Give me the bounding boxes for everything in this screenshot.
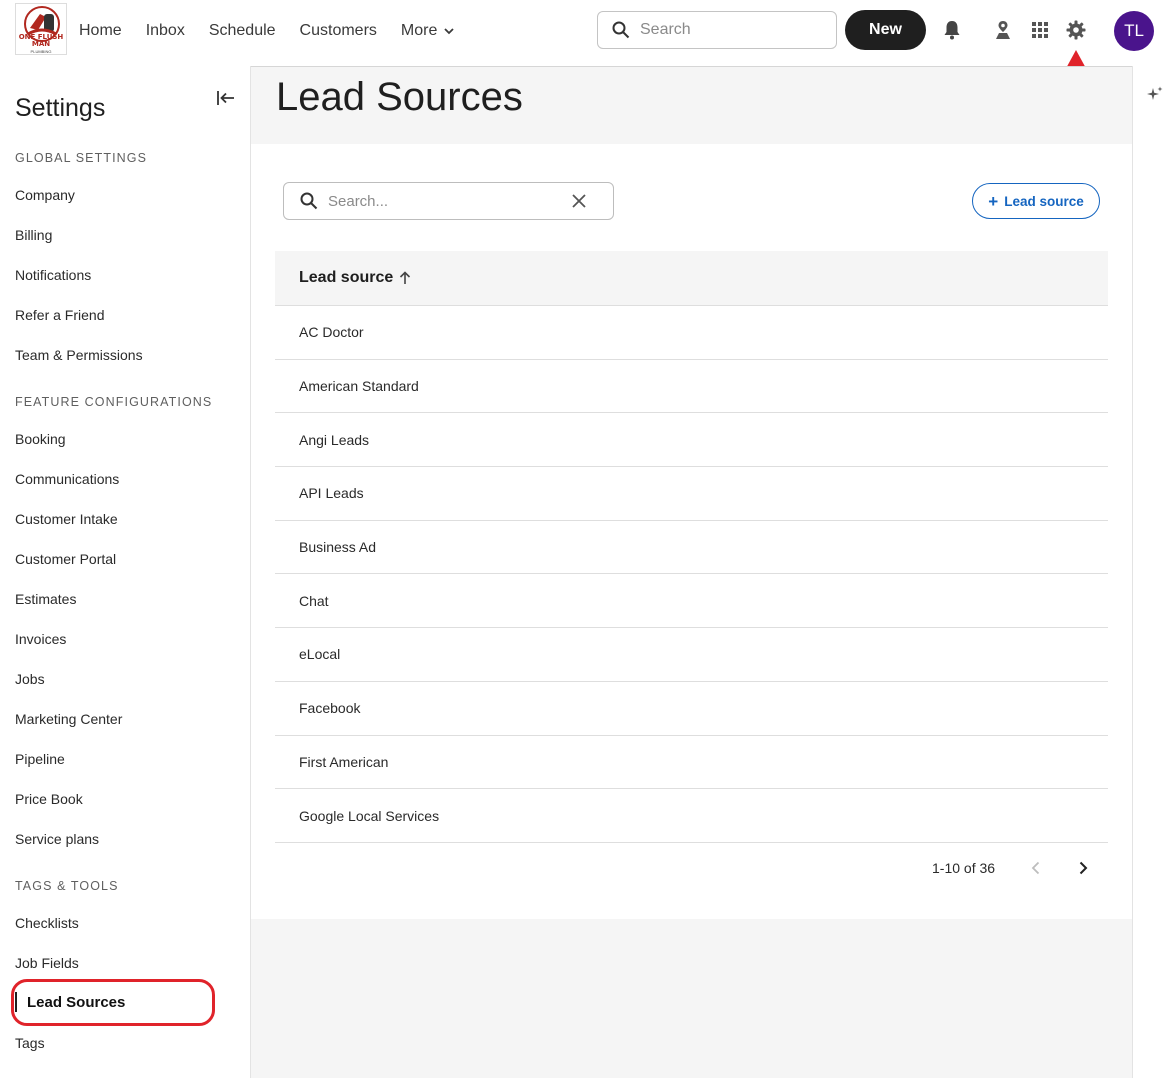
sidebar-item-price-book[interactable]: Price Book [15,791,83,807]
right-rail [1132,66,1172,1078]
table-row[interactable]: AC Doctor [275,306,1108,360]
add-lead-source-button[interactable]: + Lead source [972,183,1100,219]
section-tags-tools: TAGS & TOOLS [15,879,119,893]
table-row[interactable]: First American [275,736,1108,790]
sidebar-title: Settings [15,94,106,122]
column-header-label: Lead source [299,269,394,286]
map-pin-icon[interactable] [992,19,1014,41]
top-bar: ONE FLUSH MAN PLUMBING Home Inbox Schedu… [0,0,1172,62]
table-row[interactable]: eLocal [275,628,1108,682]
sidebar-item-customer-intake[interactable]: Customer Intake [15,511,118,527]
sidebar-item-jobs[interactable]: Jobs [15,671,45,687]
add-lead-source-label: Lead source [1004,193,1084,209]
table-row[interactable]: Chat [275,574,1108,629]
nav-more[interactable]: More [401,20,455,42]
company-logo[interactable]: ONE FLUSH MAN PLUMBING [15,3,67,55]
sidebar-item-booking[interactable]: Booking [15,431,66,447]
column-header-lead-source[interactable]: Lead source [299,269,411,287]
sidebar-item-estimates[interactable]: Estimates [15,591,76,607]
sidebar-item-job-fields[interactable]: Job Fields [15,955,79,971]
sparkle-icon[interactable] [1147,86,1163,102]
lead-source-name: First American [299,753,389,770]
global-search[interactable] [597,11,837,49]
apps-grid-icon[interactable] [1029,19,1051,41]
main-nav: Home Inbox Schedule Customers More [79,20,479,42]
pagination-label: 1-10 of 36 [932,860,996,876]
global-search-input[interactable] [640,21,810,39]
sort-ascending-icon [400,271,411,284]
logo-subtext: PLUMBING [30,49,52,54]
section-feature-configurations: FEATURE CONFIGURATIONS [15,395,213,409]
table-row[interactable]: Business Ad [275,521,1108,575]
nav-inbox[interactable]: Inbox [146,20,185,42]
lead-source-search[interactable] [283,182,614,220]
new-button[interactable]: New [845,10,926,50]
search-icon [612,21,630,39]
table-row[interactable]: Angi Leads [275,413,1108,468]
nav-home[interactable]: Home [79,20,122,42]
sidebar-item-checklists[interactable]: Checklists [15,915,79,931]
clear-icon[interactable] [571,193,587,209]
settings-sidebar: Settings GLOBAL SETTINGS Company Billing… [0,66,251,1078]
nav-customers[interactable]: Customers [300,20,377,42]
sidebar-item-company[interactable]: Company [15,187,75,203]
lead-source-name: AC Doctor [299,324,364,341]
lead-source-name: Business Ad [299,539,377,556]
sidebar-item-tags[interactable]: Tags [15,1035,45,1051]
bell-icon[interactable] [941,19,963,41]
annotation-highlight [11,979,215,1026]
section-global-settings: GLOBAL SETTINGS [15,151,148,165]
table-row[interactable]: API Leads [275,467,1108,521]
lead-source-name: Google Local Services [299,807,440,824]
table-row[interactable]: Facebook [275,682,1108,736]
chevron-down-icon [444,28,454,35]
lead-source-search-input[interactable] [328,192,558,210]
table-header: Lead source [275,251,1108,306]
table-row[interactable]: Google Local Services [275,789,1108,843]
previous-page-icon[interactable] [1026,858,1046,878]
collapse-sidebar-icon[interactable] [216,88,236,108]
lead-source-name: API Leads [299,485,364,502]
sidebar-item-notifications[interactable]: Notifications [15,267,91,283]
sidebar-item-refer-a-friend[interactable]: Refer a Friend [15,307,104,323]
sidebar-item-team-permissions[interactable]: Team & Permissions [15,347,143,363]
sidebar-item-invoices[interactable]: Invoices [15,631,66,647]
lead-source-name: Chat [299,592,329,609]
nav-more-label: More [400,22,438,39]
plus-icon: + [988,191,999,211]
sidebar-item-billing[interactable]: Billing [15,227,52,243]
sidebar-item-pipeline[interactable]: Pipeline [15,751,65,767]
sidebar-item-marketing-center[interactable]: Marketing Center [15,711,122,727]
lead-source-list: AC Doctor American Standard Angi Leads A… [275,306,1108,843]
gear-icon[interactable] [1065,19,1087,41]
lead-source-name: Facebook [299,700,361,717]
lead-sources-card: + Lead source Lead source AC Doctor Amer… [251,144,1132,919]
lead-source-name: Angi Leads [299,431,370,448]
user-avatar[interactable]: TL [1114,11,1154,51]
search-icon [300,192,318,210]
sidebar-item-communications[interactable]: Communications [15,471,119,487]
table-row[interactable]: American Standard [275,360,1108,414]
main-content: Lead Sources + Lead source Lead source A… [251,66,1132,1078]
logo-text: ONE FLUSH MAN [18,33,64,48]
sidebar-item-customer-portal[interactable]: Customer Portal [15,551,116,567]
page-title: Lead Sources [276,75,523,119]
lead-source-name: eLocal [299,646,341,663]
nav-schedule[interactable]: Schedule [209,20,276,42]
sidebar-item-service-plans[interactable]: Service plans [15,831,99,847]
lead-source-name: American Standard [299,378,419,395]
next-page-icon[interactable] [1073,858,1093,878]
